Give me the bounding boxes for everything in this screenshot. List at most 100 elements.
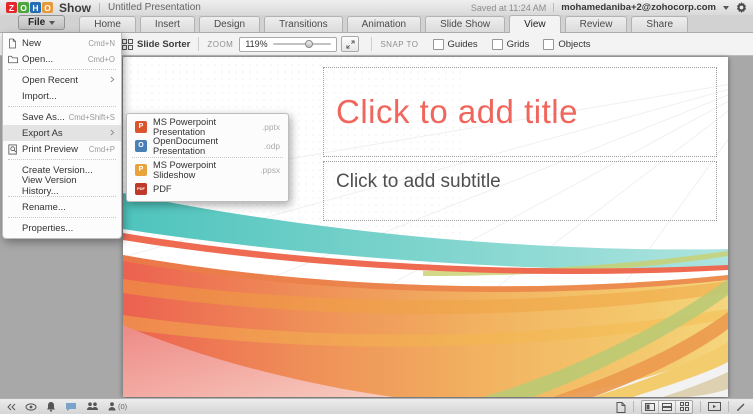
zoom-slider-thumb[interactable] (304, 40, 313, 48)
settings-gear-icon[interactable] (736, 2, 747, 13)
pdf-file-icon: PDF (135, 182, 147, 195)
collaborators-icon[interactable] (86, 402, 99, 411)
snap-to-label: SNAP TO (380, 39, 419, 49)
divider (633, 401, 634, 412)
presence-icon[interactable]: (0) (108, 402, 127, 411)
menu-item-print-preview[interactable]: Print Preview Cmd+P (3, 141, 121, 157)
menu-item-shortcut: Cmd+P (88, 144, 115, 154)
divider (99, 2, 100, 13)
tab-home[interactable]: Home (79, 16, 136, 32)
tab-design[interactable]: Design (198, 16, 261, 32)
export-item-label: PDF (153, 183, 172, 194)
saved-status: Saved at 11:24 AM (470, 2, 547, 13)
tab-insert[interactable]: Insert (139, 16, 195, 32)
submenu-chevron-icon (110, 129, 115, 138)
grid-view-button[interactable] (676, 400, 692, 413)
divider (198, 37, 200, 51)
menu-item-label: View Version History... (21, 175, 77, 197)
menu-item-label: Create Version... (22, 164, 93, 176)
slideshow-file-icon: P (135, 163, 147, 176)
menu-item-shortcut: Cmd+O (87, 54, 115, 64)
export-item-extension: .odp (263, 140, 280, 151)
zoho-show-window: Z O H O Show Untitled Presentation Saved… (0, 0, 753, 414)
menu-item-open-recent[interactable]: Open Recent (3, 72, 121, 88)
normal-view-button[interactable] (642, 400, 659, 413)
menu-item-save-as[interactable]: Save As... Cmd+Shift+S (3, 109, 121, 125)
export-item-extension: .pptx (262, 121, 280, 132)
guides-checkbox-group[interactable]: Guides (432, 38, 478, 50)
export-item-extension: .ppsx (260, 164, 280, 175)
file-menu-button[interactable]: File (18, 15, 66, 30)
menu-separator (8, 106, 116, 107)
title-placeholder[interactable]: Click to add title (323, 67, 717, 157)
tab-animation[interactable]: Animation (346, 16, 422, 32)
menu-item-label: Rename... (22, 201, 66, 213)
slide-sorter-view-button[interactable] (659, 400, 676, 413)
menu-item-shortcut: Cmd+N (88, 38, 115, 48)
menu-item-label: Open Recent (22, 74, 78, 86)
divider (553, 3, 555, 12)
logo-letter: Z (6, 2, 17, 13)
bell-icon[interactable] (46, 401, 56, 412)
export-odp-item[interactable]: O OpenDocument Presentation .odp (127, 136, 288, 156)
export-pdf-item[interactable]: PDF PDF (127, 179, 288, 198)
new-document-icon (8, 38, 22, 49)
menu-separator (8, 69, 116, 70)
powerpoint-file-icon: P (135, 120, 147, 133)
menu-item-rename[interactable]: Rename... (3, 199, 121, 215)
ribbon-tab-bar: File Home Insert Design Transitions Anim… (0, 15, 753, 33)
menu-item-label: Properties... (22, 222, 74, 234)
tab-share[interactable]: Share (631, 16, 689, 32)
tab-review[interactable]: Review (564, 16, 628, 32)
top-header: Z O H O Show Untitled Presentation Saved… (0, 0, 753, 15)
menu-item-import[interactable]: Import... (3, 88, 121, 104)
tab-transitions[interactable]: Transitions (264, 16, 343, 32)
menu-item-label: Save As... (22, 111, 65, 123)
collapse-panel-icon[interactable] (7, 403, 16, 411)
eye-icon[interactable] (25, 402, 37, 411)
zoho-logo[interactable]: Z O H O Show (6, 1, 91, 15)
menu-item-open[interactable]: Open... Cmd+O (3, 51, 121, 67)
menu-item-shortcut: Cmd+Shift+S (68, 112, 115, 122)
divider (700, 401, 701, 412)
opendocument-file-icon: O (135, 139, 147, 152)
menu-item-label: Open... (22, 53, 54, 65)
zoom-slider[interactable] (272, 40, 332, 48)
menu-item-label: New (22, 37, 42, 49)
product-name: Show (59, 0, 91, 15)
document-title[interactable]: Untitled Presentation (108, 2, 201, 13)
submenu-chevron-icon (110, 76, 115, 85)
grids-checkbox[interactable] (491, 38, 503, 50)
slide-sorter-button[interactable]: Slide Sorter (137, 39, 190, 50)
new-slide-icon[interactable] (616, 401, 626, 413)
menu-item-export-as[interactable]: Export As (3, 125, 121, 141)
logo-letter: O (42, 2, 53, 13)
menu-separator (8, 217, 116, 218)
objects-label: Objects (558, 38, 591, 50)
collaborator-count: (0) (118, 402, 128, 411)
menu-item-view-version-history[interactable]: View Version History... (3, 175, 121, 197)
comments-icon[interactable] (65, 402, 77, 412)
subtitle-placeholder[interactable]: Click to add subtitle (323, 161, 717, 221)
guides-label: Guides (447, 38, 478, 50)
status-bar: (0) (0, 398, 753, 414)
export-pptx-item[interactable]: P MS Powerpoint Presentation .pptx (127, 117, 288, 137)
zoom-label: ZOOM (207, 39, 234, 49)
objects-checkbox-group[interactable]: Objects (543, 38, 591, 50)
chevron-down-icon (723, 5, 729, 10)
fit-to-screen-button[interactable] (341, 36, 360, 52)
present-slideshow-icon[interactable] (708, 401, 721, 412)
menu-item-properties[interactable]: Properties... (3, 220, 121, 236)
guides-checkbox[interactable] (432, 38, 444, 50)
view-switcher (641, 399, 693, 414)
menu-item-new[interactable]: New Cmd+N (3, 35, 121, 51)
tab-slide-show[interactable]: Slide Show (425, 16, 506, 32)
tab-view[interactable]: View (509, 15, 561, 33)
slide-canvas[interactable]: Click to add title Click to add subtitle (123, 57, 728, 397)
divider (371, 37, 373, 51)
export-ppsx-item[interactable]: P MS Powerpoint Slideshow .ppsx (127, 160, 288, 180)
user-account-menu[interactable]: mohamedaniba+2@zohocorp.com (561, 2, 716, 13)
grids-checkbox-group[interactable]: Grids (491, 38, 529, 50)
draw-pen-icon[interactable] (736, 402, 746, 412)
objects-checkbox[interactable] (543, 38, 555, 50)
